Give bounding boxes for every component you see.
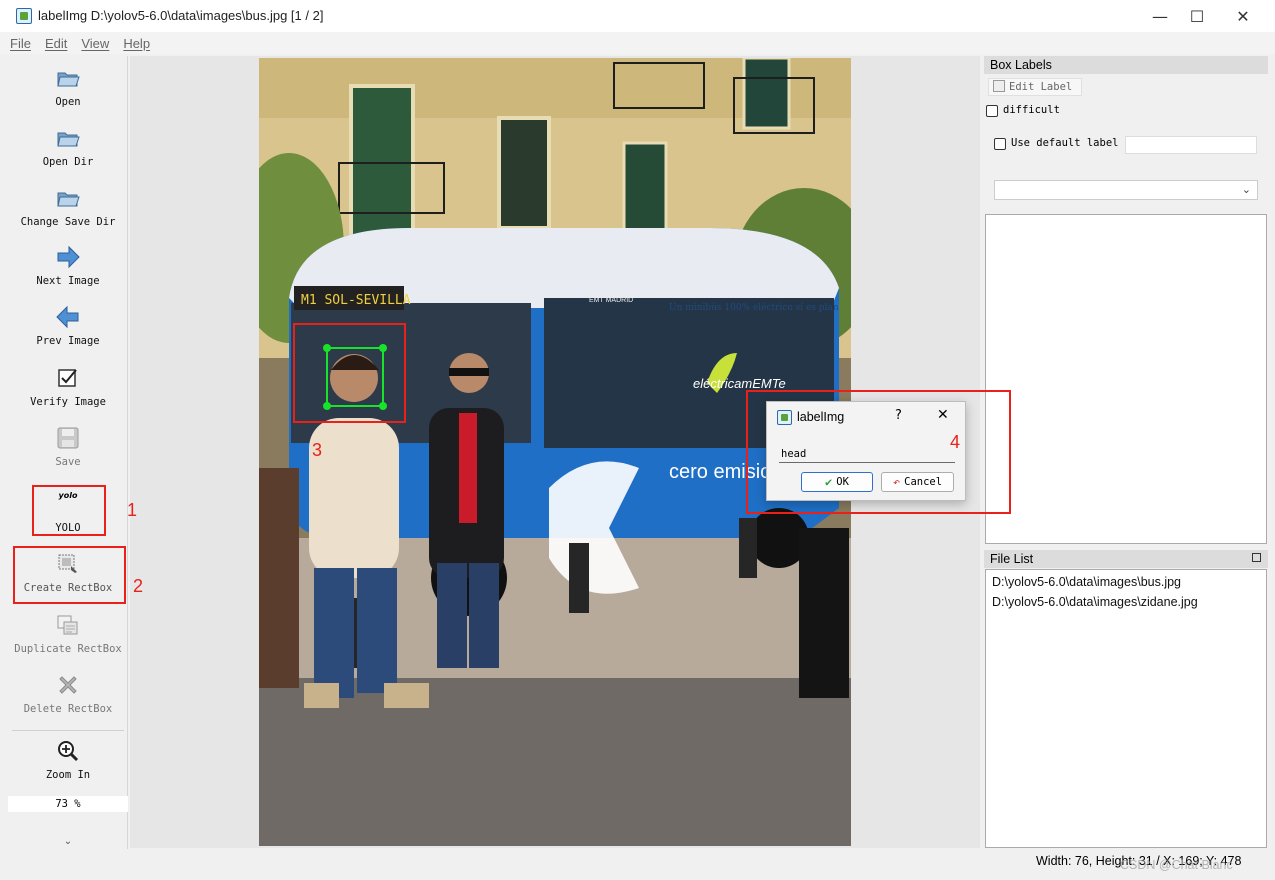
delete-rectbox-label: Delete RectBox <box>23 703 113 715</box>
verify-image-label: Verify Image <box>30 396 106 408</box>
annotation-number: 2 <box>133 576 144 596</box>
left-toolbar: Open Open Dir Change Save Dir Next Image… <box>8 56 128 849</box>
file-list-title: File List <box>984 550 1268 568</box>
pencil-icon <box>993 80 1005 92</box>
maximize-button[interactable]: ☐ <box>1174 0 1220 32</box>
save-button[interactable]: Save <box>8 418 128 478</box>
open-dir-label: Open Dir <box>42 156 94 168</box>
annotation-box-create-rectbox <box>13 546 126 604</box>
duplicate-rectbox-button[interactable]: Duplicate RectBox <box>8 605 128 665</box>
box-labels-title: Box Labels <box>984 56 1268 74</box>
folder-open-icon <box>56 126 80 150</box>
toolbar-more-chevron-icon[interactable]: ⌄ <box>8 836 128 847</box>
slogan-text: Un minibús 100% eléctrico sí es plan <box>669 302 839 313</box>
chevron-down-icon: ⌄ <box>1241 183 1251 196</box>
menu-bar: File Edit View Help <box>0 32 1275 54</box>
annotation-box-bbox <box>293 323 406 423</box>
default-label-input[interactable] <box>1125 136 1257 154</box>
zoom-in-icon <box>56 739 80 763</box>
zoom-in-button[interactable]: Zoom In <box>8 731 128 791</box>
menu-help[interactable]: Help <box>123 36 150 51</box>
use-default-label-checkbox[interactable] <box>994 138 1006 150</box>
change-save-dir-label: Change Save Dir <box>20 216 116 228</box>
duplicate-rectbox-label: Duplicate RectBox <box>14 643 122 655</box>
arrow-left-icon <box>56 305 80 329</box>
duplicate-rectbox-icon <box>56 613 80 637</box>
title-bar: labelImg D:\yolov5-6.0\data\images\bus.j… <box>0 0 1275 32</box>
list-item[interactable]: D:\yolov5-6.0\data\images\zidane.jpg <box>992 595 1198 609</box>
next-image-label: Next Image <box>36 275 100 287</box>
verify-image-button[interactable]: Verify Image <box>8 358 128 418</box>
menu-edit[interactable]: Edit <box>45 36 67 51</box>
floppy-disk-icon <box>56 426 80 450</box>
edit-label-text: Edit Label <box>1009 81 1073 93</box>
arrow-right-icon <box>56 245 80 269</box>
label-list[interactable] <box>985 214 1267 544</box>
annotation-box-yolo <box>32 485 106 536</box>
open-button[interactable]: Open <box>8 58 128 118</box>
open-dir-button[interactable]: Open Dir <box>8 118 128 178</box>
menu-view[interactable]: View <box>81 36 109 51</box>
folder-open-icon <box>56 66 80 90</box>
edit-label-button[interactable]: Edit Label <box>988 78 1082 96</box>
delete-rectbox-button[interactable]: Delete RectBox <box>8 665 128 725</box>
list-item[interactable]: D:\yolov5-6.0\data\images\bus.jpg <box>992 575 1181 589</box>
app-icon <box>16 8 32 24</box>
menu-file[interactable]: File <box>10 36 31 51</box>
use-default-label-text: Use default label <box>1011 137 1119 149</box>
brand-text: eléctricamEMTe <box>693 376 786 391</box>
annotation-number: 1 <box>127 500 138 520</box>
open-label: Open <box>55 96 81 108</box>
watermark: CSDN @Chat Blanc <box>1120 858 1233 872</box>
float-dock-icon[interactable] <box>1252 553 1261 562</box>
zoom-value[interactable]: 73 % <box>8 796 128 812</box>
status-bar: Width: 76, Height: 31 / X: 169; Y: 478 <box>0 850 1275 872</box>
annotation-number: 3 <box>312 440 323 460</box>
annotation-number: 4 <box>950 432 961 452</box>
checkbox-icon <box>56 366 80 390</box>
operator-text: EMT MADRID <box>589 297 633 304</box>
close-button[interactable]: ✕ <box>1220 0 1266 32</box>
difficult-checkbox[interactable] <box>986 105 998 117</box>
prev-image-label: Prev Image <box>36 335 100 347</box>
file-list[interactable]: D:\yolov5-6.0\data\images\bus.jpg D:\yol… <box>985 569 1267 848</box>
zoom-in-label: Zoom In <box>45 769 91 781</box>
save-label: Save <box>55 456 81 468</box>
window-title: labelImg D:\yolov5-6.0\data\images\bus.j… <box>38 8 324 23</box>
delete-x-icon <box>56 673 80 697</box>
folder-open-icon <box>56 186 80 210</box>
difficult-label: difficult <box>1003 104 1060 116</box>
annotation-box-dialog <box>746 390 1011 514</box>
right-dock: Box Labels Edit Label difficult Use defa… <box>984 56 1268 848</box>
change-save-dir-button[interactable]: Change Save Dir <box>8 178 128 238</box>
label-combo[interactable]: ⌄ <box>994 180 1258 200</box>
prev-image-button[interactable]: Prev Image <box>8 297 128 357</box>
next-image-button[interactable]: Next Image <box>8 237 128 297</box>
route-sign-text: M1 SOL-SEVILLA <box>301 293 411 308</box>
